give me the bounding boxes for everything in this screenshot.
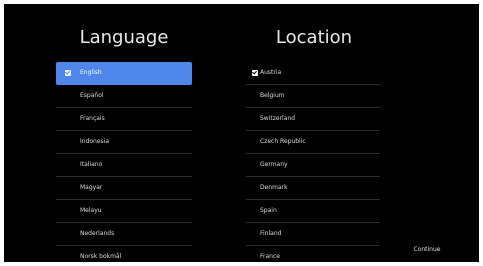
language-item-label: Italiano bbox=[80, 161, 103, 168]
language-item-melayu[interactable]: Melayu bbox=[56, 200, 192, 223]
language-item-label: Français bbox=[80, 115, 105, 122]
location-heading: Location bbox=[275, 27, 353, 48]
language-item-label: English bbox=[80, 69, 102, 76]
location-item-germany[interactable]: Germany bbox=[246, 154, 380, 177]
location-item-label: France bbox=[260, 253, 280, 260]
language-item-label: Magyar bbox=[80, 184, 103, 191]
language-item-label: Español bbox=[80, 92, 104, 99]
location-item-label: Czech Republic bbox=[260, 138, 306, 145]
setup-screen: Language Location English Español França… bbox=[4, 4, 479, 262]
location-item-denmark[interactable]: Denmark bbox=[246, 177, 380, 200]
language-item-francais[interactable]: Français bbox=[56, 108, 192, 131]
location-item-finland[interactable]: Finland bbox=[246, 223, 380, 246]
language-item-label: Melayu bbox=[80, 207, 102, 214]
location-item-austria[interactable]: Austria bbox=[246, 62, 380, 85]
location-item-label: Finland bbox=[260, 230, 282, 237]
location-item-switzerland[interactable]: Switzerland bbox=[246, 108, 380, 131]
location-item-spain[interactable]: Spain bbox=[246, 200, 380, 223]
location-item-czech-republic[interactable]: Czech Republic bbox=[246, 131, 380, 154]
location-item-label: Switzerland bbox=[260, 115, 295, 122]
location-item-label: Spain bbox=[260, 207, 277, 214]
language-list: English Español Français Indonesia Itali… bbox=[56, 62, 192, 262]
language-item-norsk-bokmal[interactable]: Norsk bokmål bbox=[56, 246, 192, 262]
location-item-label: Belgium bbox=[260, 92, 285, 99]
location-item-belgium[interactable]: Belgium bbox=[246, 85, 380, 108]
language-heading: Language bbox=[79, 27, 169, 48]
location-list: Austria Belgium Switzerland Czech Republ… bbox=[246, 62, 380, 262]
language-item-indonesia[interactable]: Indonesia bbox=[56, 131, 192, 154]
language-item-espanol[interactable]: Español bbox=[56, 85, 192, 108]
location-item-label: Germany bbox=[260, 161, 288, 168]
language-item-magyar[interactable]: Magyar bbox=[56, 177, 192, 200]
location-item-label: Austria bbox=[260, 69, 282, 76]
language-item-label: Indonesia bbox=[80, 138, 110, 145]
language-item-italiano[interactable]: Italiano bbox=[56, 154, 192, 177]
language-item-label: Norsk bokmål bbox=[80, 253, 122, 260]
location-item-label: Denmark bbox=[260, 184, 288, 191]
checkbox-checked-icon bbox=[252, 70, 258, 76]
language-item-english[interactable]: English bbox=[56, 62, 192, 85]
continue-button[interactable]: Continue bbox=[402, 244, 452, 256]
checkbox-checked-icon bbox=[65, 70, 71, 76]
language-item-label: Nederlands bbox=[80, 230, 115, 237]
location-item-france[interactable]: France bbox=[246, 246, 380, 262]
language-item-nederlands[interactable]: Nederlands bbox=[56, 223, 192, 246]
